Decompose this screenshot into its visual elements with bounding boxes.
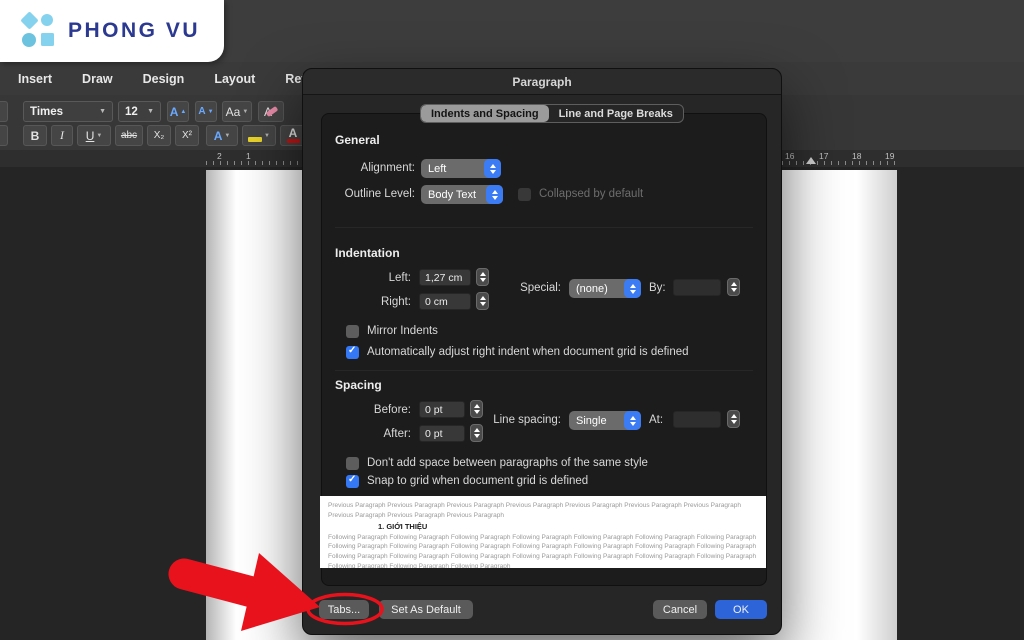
- snap-to-grid-checkbox[interactable]: [346, 475, 359, 488]
- superscript-button[interactable]: X²: [175, 125, 199, 146]
- caret-down-icon: ▼: [208, 109, 214, 115]
- indent-left-field[interactable]: 1,27 cm: [419, 269, 471, 286]
- by-stepper[interactable]: [727, 278, 740, 296]
- dialog-tabs: Indents and Spacing Line and Page Breaks: [420, 104, 684, 123]
- shrink-font-button[interactable]: A▼: [195, 101, 217, 122]
- tab-indents-and-spacing[interactable]: Indents and Spacing: [421, 105, 549, 122]
- logo-icon: [20, 12, 58, 50]
- ribbon-tab-insert[interactable]: Insert: [18, 72, 52, 86]
- ribbon-tab-design[interactable]: Design: [143, 72, 185, 86]
- dont-add-space-checkbox[interactable]: [346, 457, 359, 470]
- chevron-down-icon: ▼: [264, 133, 270, 139]
- stepper-icon: [624, 411, 641, 430]
- change-case-button[interactable]: Aa▼: [222, 101, 252, 122]
- ribbon-tab-draw[interactable]: Draw: [82, 72, 113, 86]
- stepper-icon: [486, 185, 503, 204]
- mirror-indents-label: Mirror Indents: [367, 325, 438, 337]
- indent-left-stepper[interactable]: [476, 268, 489, 286]
- preview-previous-text: Previous Paragraph Previous Paragraph Pr…: [328, 501, 758, 521]
- spacing-before-field[interactable]: 0 pt: [419, 401, 465, 418]
- paragraph-dialog: Paragraph Indents and Spacing Line and P…: [302, 68, 782, 635]
- indent-right-field[interactable]: 0 cm: [419, 293, 471, 310]
- general-heading: General: [335, 133, 380, 147]
- underline-button[interactable]: U▼: [77, 125, 111, 146]
- outline-level-select[interactable]: Body Text: [421, 185, 503, 204]
- dont-add-space-label: Don't add space between paragraphs of th…: [367, 457, 648, 469]
- at-field[interactable]: [673, 411, 721, 428]
- special-label: Special:: [499, 282, 561, 294]
- snap-to-grid-label: Snap to grid when document grid is defin…: [367, 475, 588, 487]
- logo: PHONG VU: [0, 0, 224, 62]
- section-divider: [335, 370, 753, 371]
- line-spacing-select[interactable]: Single: [569, 411, 641, 430]
- clipboard-partial-button2[interactable]: [0, 125, 8, 146]
- font-size-combo[interactable]: 12▼: [118, 101, 161, 122]
- indentation-heading: Indentation: [335, 246, 400, 260]
- highlight-button[interactable]: ▼: [242, 125, 276, 146]
- dialog-title: Paragraph: [512, 75, 571, 89]
- indent-marker-icon[interactable]: [806, 157, 816, 164]
- alignment-select[interactable]: Left: [421, 159, 501, 178]
- text-effects-button[interactable]: A▼: [206, 125, 238, 146]
- indent-right-label: Right:: [343, 296, 411, 308]
- chevron-down-icon: ▼: [96, 133, 102, 139]
- font-name-combo[interactable]: Times▼: [23, 101, 113, 122]
- preview-following-text: Following Paragraph Following Paragraph …: [328, 533, 758, 569]
- grow-font-button[interactable]: A▲: [167, 101, 189, 122]
- italic-button[interactable]: I: [51, 125, 73, 146]
- stepper-icon: [484, 159, 501, 178]
- spacing-heading: Spacing: [335, 378, 382, 392]
- ruler-ticks-right: [782, 150, 900, 167]
- stepper-icon: [624, 279, 641, 298]
- dialog-titlebar[interactable]: Paragraph: [303, 69, 781, 95]
- preview-box: Previous Paragraph Previous Paragraph Pr…: [320, 496, 766, 568]
- by-field[interactable]: [673, 279, 721, 296]
- bold-button[interactable]: B: [23, 125, 47, 146]
- special-select[interactable]: (none): [569, 279, 641, 298]
- highlighter-icon: [248, 137, 262, 142]
- chevron-down-icon: ▼: [147, 108, 154, 115]
- ribbon-tab-layout[interactable]: Layout: [214, 72, 255, 86]
- spacing-after-stepper[interactable]: [470, 424, 483, 442]
- spacing-before-stepper[interactable]: [470, 400, 483, 418]
- at-stepper[interactable]: [727, 410, 740, 428]
- preview-current-text: 1. GIỚI THIỆU: [328, 521, 758, 533]
- subscript-button[interactable]: X₂: [147, 125, 171, 146]
- line-spacing-label: Line spacing:: [483, 414, 561, 426]
- chevron-down-icon: ▼: [99, 108, 106, 115]
- auto-adjust-indent-label: Automatically adjust right indent when d…: [367, 346, 689, 358]
- set-as-default-button[interactable]: Set As Default: [379, 600, 473, 619]
- font-color-chip: [287, 139, 300, 143]
- ok-button[interactable]: OK: [715, 600, 767, 619]
- tabs-button[interactable]: Tabs...: [319, 600, 369, 619]
- logo-text: PHONG VU: [68, 19, 200, 43]
- chevron-down-icon: ▼: [224, 133, 230, 139]
- strikethrough-button[interactable]: abc: [115, 125, 143, 146]
- indent-right-stepper[interactable]: [476, 292, 489, 310]
- at-label: At:: [649, 414, 663, 426]
- spacing-before-label: Before:: [343, 404, 411, 416]
- caret-up-icon: ▲: [180, 109, 186, 115]
- clear-formatting-button[interactable]: A: [258, 101, 284, 122]
- collapsed-by-default-label: Collapsed by default: [539, 188, 643, 200]
- alignment-label: Alignment:: [333, 162, 415, 174]
- by-label: By:: [649, 282, 666, 294]
- mirror-indents-checkbox[interactable]: [346, 325, 359, 338]
- section-divider: [335, 227, 753, 228]
- clipboard-partial-button[interactable]: [0, 101, 8, 122]
- collapsed-by-default-checkbox[interactable]: [518, 188, 531, 201]
- spacing-after-label: After:: [343, 428, 411, 440]
- tab-line-and-page-breaks[interactable]: Line and Page Breaks: [549, 105, 683, 122]
- chevron-down-icon: ▼: [242, 109, 248, 115]
- indent-left-label: Left:: [343, 272, 411, 284]
- spacing-after-field[interactable]: 0 pt: [419, 425, 465, 442]
- outline-level-label: Outline Level:: [333, 188, 415, 200]
- auto-adjust-indent-checkbox[interactable]: [346, 346, 359, 359]
- cancel-button[interactable]: Cancel: [653, 600, 707, 619]
